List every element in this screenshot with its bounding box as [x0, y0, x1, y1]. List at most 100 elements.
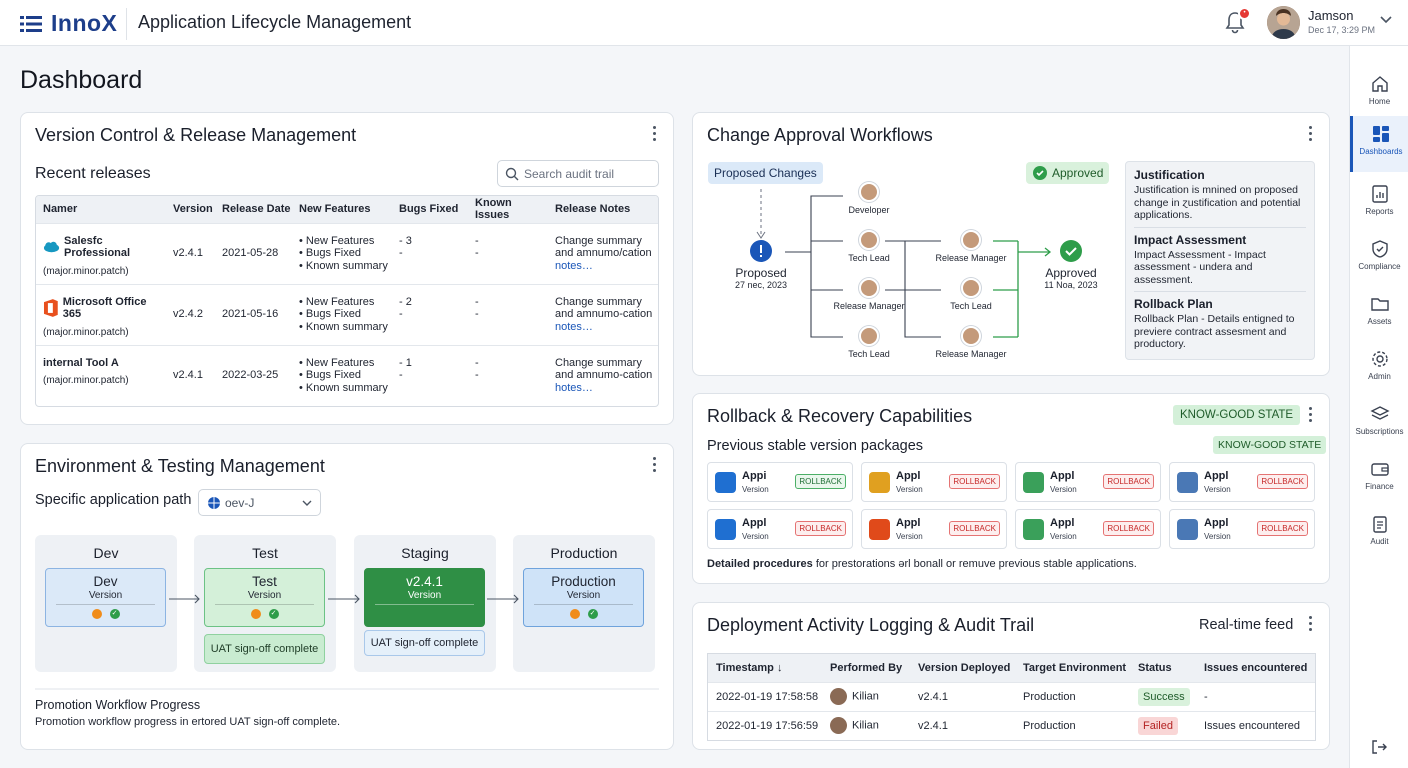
role-tech-lead[interactable]: Tech Lead: [931, 278, 1011, 311]
feature-line: • New Features: [299, 295, 375, 308]
reports-icon: [1371, 185, 1388, 203]
role-release-manager[interactable]: Release Manager: [931, 230, 1011, 263]
rollback-button[interactable]: ROLLBACK: [1257, 474, 1308, 489]
sidebar-item-reports[interactable]: Reports: [1350, 176, 1408, 226]
more-options-icon[interactable]: [1309, 616, 1313, 632]
table-row[interactable]: internal Tool A (major.minor.patch) v2.4.…: [36, 344, 658, 406]
package-version: Version: [1050, 485, 1077, 494]
column-header[interactable]: Performed By: [822, 654, 910, 682]
shield-icon: [1371, 240, 1388, 258]
sidebar-item-subscriptions[interactable]: Subscriptions: [1350, 396, 1408, 446]
rollback-button[interactable]: ROLLBACK: [795, 521, 846, 536]
app-icon: [715, 472, 736, 493]
package-tile[interactable]: Appl Version ROLLBACK: [861, 462, 1007, 502]
sidebar-item-dashboards[interactable]: Dashboards: [1350, 116, 1408, 172]
status-badge: Failed: [1138, 716, 1178, 735]
package-tile[interactable]: Appl Version ROLLBACK: [707, 509, 853, 549]
package-tile[interactable]: Appi Version ROLLBACK: [707, 462, 853, 502]
package-name: Appl: [1050, 517, 1075, 529]
section-subtitle: Recent releases: [35, 165, 151, 182]
rollback-button[interactable]: ROLLBACK: [1103, 521, 1154, 536]
column-header[interactable]: Bugs Fixed: [392, 196, 468, 223]
column-header[interactable]: Namer: [36, 196, 166, 223]
user-name[interactable]: Jamson: [1308, 8, 1354, 23]
rollback-button[interactable]: ROLLBACK: [949, 474, 1000, 489]
feature-line: • Known summary: [299, 381, 388, 394]
menu-icon[interactable]: [20, 15, 42, 33]
package-tile[interactable]: Appl Version ROLLBACK: [1015, 462, 1161, 502]
package-version: Version: [742, 485, 769, 494]
user-date: Dec 17, 3:29 PM: [1308, 25, 1376, 35]
sidebar-item-compliance[interactable]: Compliance: [1350, 231, 1408, 281]
column-header-timestamp[interactable]: Timestamp ↓: [708, 654, 822, 682]
deployment-card: Deployment Activity Logging & Audit Trai…: [692, 602, 1330, 750]
sidebar-item-finance[interactable]: Finance: [1350, 451, 1408, 501]
version-format: (major.minor.patch): [43, 326, 129, 338]
avatar: [830, 717, 847, 735]
dashboard-icon: [1373, 126, 1389, 142]
performer-name: Kilian: [852, 690, 879, 703]
rollback-button[interactable]: ROLLBACK: [795, 474, 846, 489]
justification-heading: Justification: [1134, 168, 1205, 182]
column-header[interactable]: Version Deployed: [910, 654, 1015, 682]
wallet-icon: [1370, 463, 1389, 476]
column-header[interactable]: New Features: [292, 196, 392, 223]
rollback-button[interactable]: ROLLBACK: [949, 521, 1000, 536]
sidebar-item-admin[interactable]: Admin: [1350, 341, 1408, 391]
table-row[interactable]: Salesfc Professional (major.minor.patch) …: [36, 222, 658, 284]
table-row[interactable]: 2022-01-19 17:58:58 Kilian v2.4.1 Produc…: [708, 681, 1315, 711]
package-tile[interactable]: Appl Version ROLLBACK: [1169, 462, 1315, 502]
role-developer[interactable]: Developer: [829, 182, 909, 215]
issues-line: -: [475, 356, 479, 369]
sidebar: Home Dashboards Reports Compliance Asset…: [1349, 46, 1408, 768]
column-header[interactable]: Target Environment: [1015, 654, 1130, 682]
sidebar-item-audit[interactable]: Audit: [1350, 506, 1408, 556]
role-tech-lead[interactable]: Tech Lead: [829, 326, 909, 359]
column-header[interactable]: Known Issues: [468, 196, 548, 223]
package-tile[interactable]: Appl Version ROLLBACK: [1015, 509, 1161, 549]
table-row[interactable]: Microsoft Office 365 (major.minor.patch) …: [36, 283, 658, 345]
more-options-icon[interactable]: [653, 126, 657, 142]
sidebar-item-home[interactable]: Home: [1350, 66, 1408, 116]
role-release-manager[interactable]: Release Manager: [931, 326, 1011, 359]
notes-link[interactable]: notes…: [555, 260, 658, 273]
notes-link[interactable]: notes…: [555, 321, 658, 334]
role-release-manager[interactable]: Release Manager: [829, 278, 909, 311]
more-options-icon[interactable]: [1309, 407, 1313, 423]
product-name: Salesfc Professional: [64, 234, 131, 260]
logout-icon[interactable]: [1370, 738, 1388, 756]
approved-node[interactable]: Approved 11 Noa, 2023: [1031, 239, 1111, 290]
chevron-down-icon[interactable]: [1380, 16, 1392, 24]
notes-line: Change summary: [555, 295, 642, 308]
sidebar-item-assets[interactable]: Assets: [1350, 286, 1408, 336]
search-input[interactable]: Search audit trail: [497, 160, 659, 187]
column-header[interactable]: Status: [1130, 654, 1196, 682]
package-name: Appl: [1050, 470, 1075, 482]
logo[interactable]: InnoX: [20, 10, 117, 37]
package-tile[interactable]: Appl Version ROLLBACK: [861, 509, 1007, 549]
sidebar-item-label: Compliance: [1358, 262, 1401, 271]
version-cell: v2.4.2: [166, 283, 215, 345]
avatar: [859, 182, 879, 202]
role-tech-lead[interactable]: Tech Lead: [829, 230, 909, 263]
version-format: (major.minor.patch): [43, 375, 129, 386]
status-badge: Success: [1138, 687, 1190, 706]
package-tile[interactable]: Appl Version ROLLBACK: [1169, 509, 1315, 549]
more-options-icon[interactable]: [1309, 126, 1313, 142]
section-subtitle: Previous stable version packages: [707, 438, 924, 454]
notes-link[interactable]: hotes…: [555, 382, 658, 395]
folder-icon: [1370, 298, 1389, 311]
column-header[interactable]: Release Date: [215, 196, 292, 223]
column-header[interactable]: Version: [166, 196, 215, 223]
column-header[interactable]: Issues encountered: [1196, 654, 1315, 682]
realtime-feed-label[interactable]: Real-time feed: [1199, 617, 1293, 633]
table-row[interactable]: 2022-01-19 17:56:59 Kilian v2.4.1 Produc…: [708, 710, 1315, 740]
user-avatar[interactable]: [1267, 6, 1300, 39]
column-header[interactable]: Release Notes: [548, 196, 658, 223]
rollback-button[interactable]: ROLLBACK: [1103, 474, 1154, 489]
sort-arrow-icon[interactable]: ↓: [777, 662, 783, 674]
layers-icon: [1369, 406, 1390, 420]
proposed-node[interactable]: Proposed 27 nec, 2023: [721, 239, 801, 290]
version-control-card: Version Control & Release Management Rec…: [20, 112, 674, 425]
rollback-button[interactable]: ROLLBACK: [1257, 521, 1308, 536]
